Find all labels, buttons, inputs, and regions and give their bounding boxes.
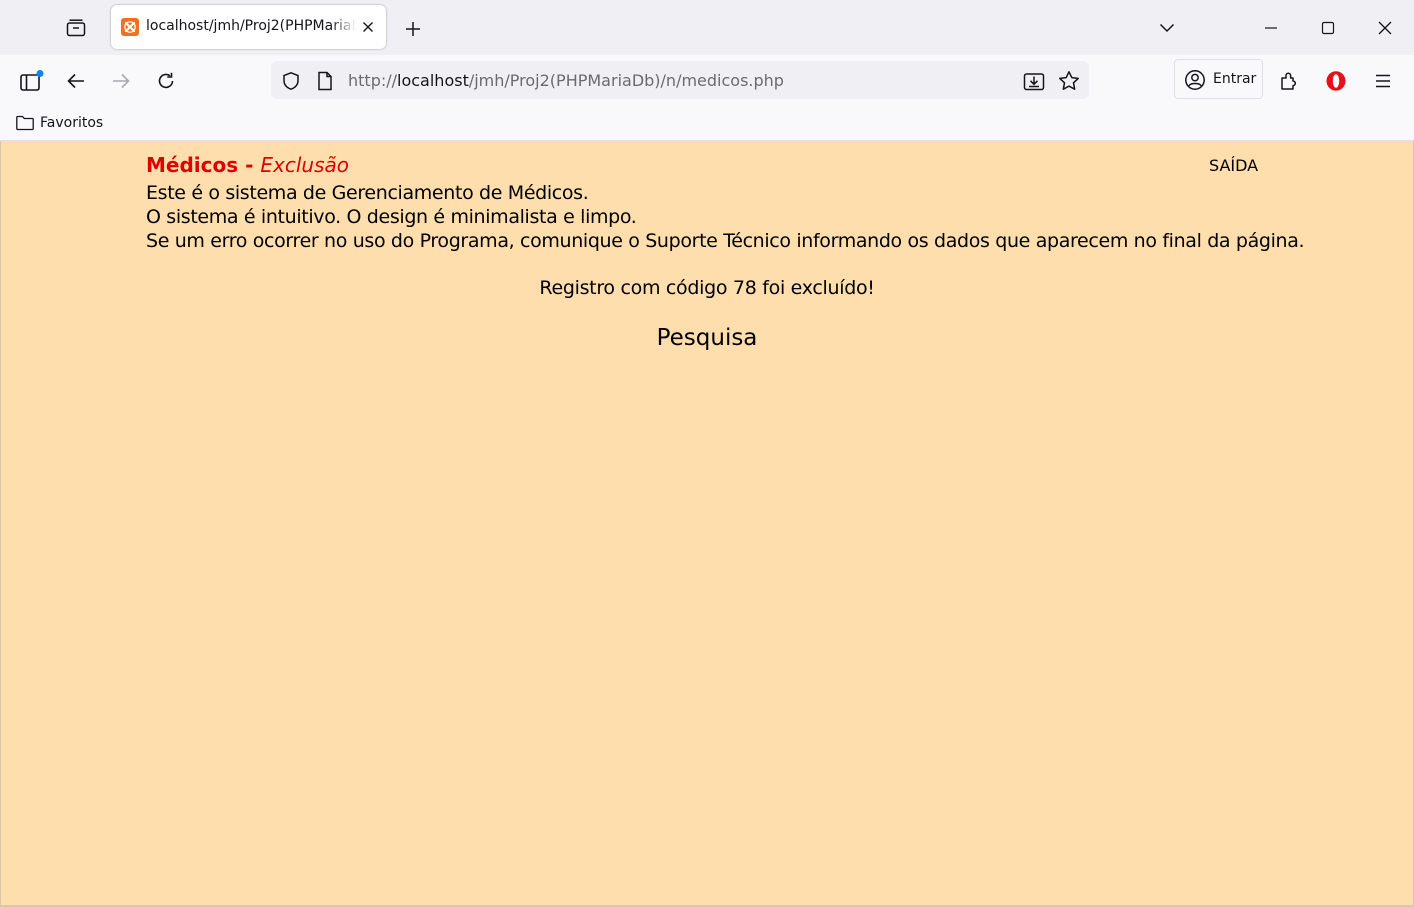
tab-title: localhost/jmh/Proj2(PHPMariaDb)/n/medico… bbox=[146, 18, 356, 34]
page-title-main: Médicos bbox=[146, 153, 239, 177]
tracking-protection-shield-icon[interactable] bbox=[280, 70, 302, 92]
intro-line: Se um erro ocorrer no uso do Programa, c… bbox=[146, 230, 1305, 252]
app-menu-button[interactable] bbox=[1367, 65, 1399, 97]
exit-link[interactable]: SAÍDA bbox=[1209, 156, 1258, 175]
sidebar-button[interactable] bbox=[16, 65, 48, 97]
search-link-container: Pesquisa bbox=[1, 325, 1413, 351]
save-to-pocket-download-icon[interactable] bbox=[1023, 70, 1045, 92]
arrow-left-icon bbox=[67, 73, 84, 89]
address-bar[interactable]: http://localhost/jmh/Proj2(PHPMariaDb)/n… bbox=[271, 61, 1089, 99]
folder-icon bbox=[16, 115, 34, 131]
url-text[interactable]: http://localhost/jmh/Proj2(PHPMariaDb)/n… bbox=[348, 71, 784, 90]
bookmark-star-icon[interactable] bbox=[1058, 70, 1080, 92]
tab-manager-button[interactable] bbox=[60, 14, 92, 42]
account-icon bbox=[1184, 69, 1206, 91]
page-title-separator: - bbox=[238, 153, 261, 177]
chevron-down-icon bbox=[1159, 23, 1175, 33]
maximize-button[interactable] bbox=[1313, 14, 1343, 42]
new-tab-button[interactable] bbox=[399, 15, 427, 43]
sign-in-button[interactable]: Entrar bbox=[1174, 59, 1263, 99]
sign-in-label: Entrar bbox=[1213, 71, 1257, 87]
plus-icon bbox=[406, 22, 420, 36]
search-link[interactable]: Pesquisa bbox=[657, 325, 758, 351]
page-info-icon[interactable] bbox=[314, 70, 336, 92]
url-host: localhost bbox=[397, 71, 469, 90]
close-icon bbox=[363, 22, 373, 32]
sidebar-icon bbox=[20, 70, 44, 91]
tab-manager-icon bbox=[66, 19, 86, 37]
bookmark-folder-favoritos[interactable]: Favoritos bbox=[15, 112, 103, 134]
url-scheme: http:// bbox=[348, 71, 398, 90]
intro-line: Este é o sistema de Gerenciamento de Méd… bbox=[146, 182, 589, 204]
intro-line: O sistema é intuitivo. O design é minima… bbox=[146, 206, 637, 228]
page-title-sub: Exclusão bbox=[260, 153, 349, 177]
tab-close-button[interactable] bbox=[358, 17, 378, 37]
navigation-toolbar: http://localhost/jmh/Proj2(PHPMariaDb)/n… bbox=[0, 55, 1414, 107]
tab-active[interactable]: localhost/jmh/Proj2(PHPMariaDb)/n/medico… bbox=[111, 5, 386, 49]
page-content: Médicos - Exclusão SAÍDA Este é o sistem… bbox=[0, 141, 1414, 905]
bookmarks-toolbar: Favoritos bbox=[0, 107, 1414, 141]
deletion-confirmation-message: Registro com código 78 foi excluído! bbox=[539, 277, 875, 299]
minimize-button[interactable] bbox=[1256, 14, 1286, 42]
back-button[interactable] bbox=[60, 65, 92, 97]
minimize-icon bbox=[1265, 27, 1277, 29]
xampp-favicon-icon bbox=[121, 18, 139, 36]
window-close-button[interactable] bbox=[1370, 14, 1400, 42]
hamburger-menu-icon bbox=[1376, 74, 1390, 88]
intro-text: Este é o sistema de Gerenciamento de Méd… bbox=[146, 181, 1305, 253]
browser-window: localhost/jmh/Proj2(PHPMariaDb)/n/medico… bbox=[0, 0, 1414, 907]
opera-logo-icon bbox=[1326, 71, 1346, 91]
reload-button[interactable] bbox=[150, 65, 182, 97]
list-all-tabs-button[interactable] bbox=[1153, 14, 1181, 42]
reload-icon bbox=[158, 72, 174, 89]
arrow-right-icon bbox=[113, 73, 130, 89]
puzzle-icon bbox=[1281, 72, 1297, 90]
page-title: Médicos - Exclusão bbox=[146, 153, 349, 177]
bookmark-label: Favoritos bbox=[40, 115, 104, 131]
extensions-button[interactable] bbox=[1273, 65, 1305, 97]
tab-strip: localhost/jmh/Proj2(PHPMariaDb)/n/medico… bbox=[0, 0, 1414, 55]
url-path: /jmh/Proj2(PHPMariaDb)/n/medicos.php bbox=[468, 71, 784, 90]
close-icon bbox=[1378, 21, 1392, 35]
opera-extension-button[interactable] bbox=[1320, 65, 1352, 97]
forward-button[interactable] bbox=[105, 65, 137, 97]
maximize-icon bbox=[1321, 21, 1335, 35]
